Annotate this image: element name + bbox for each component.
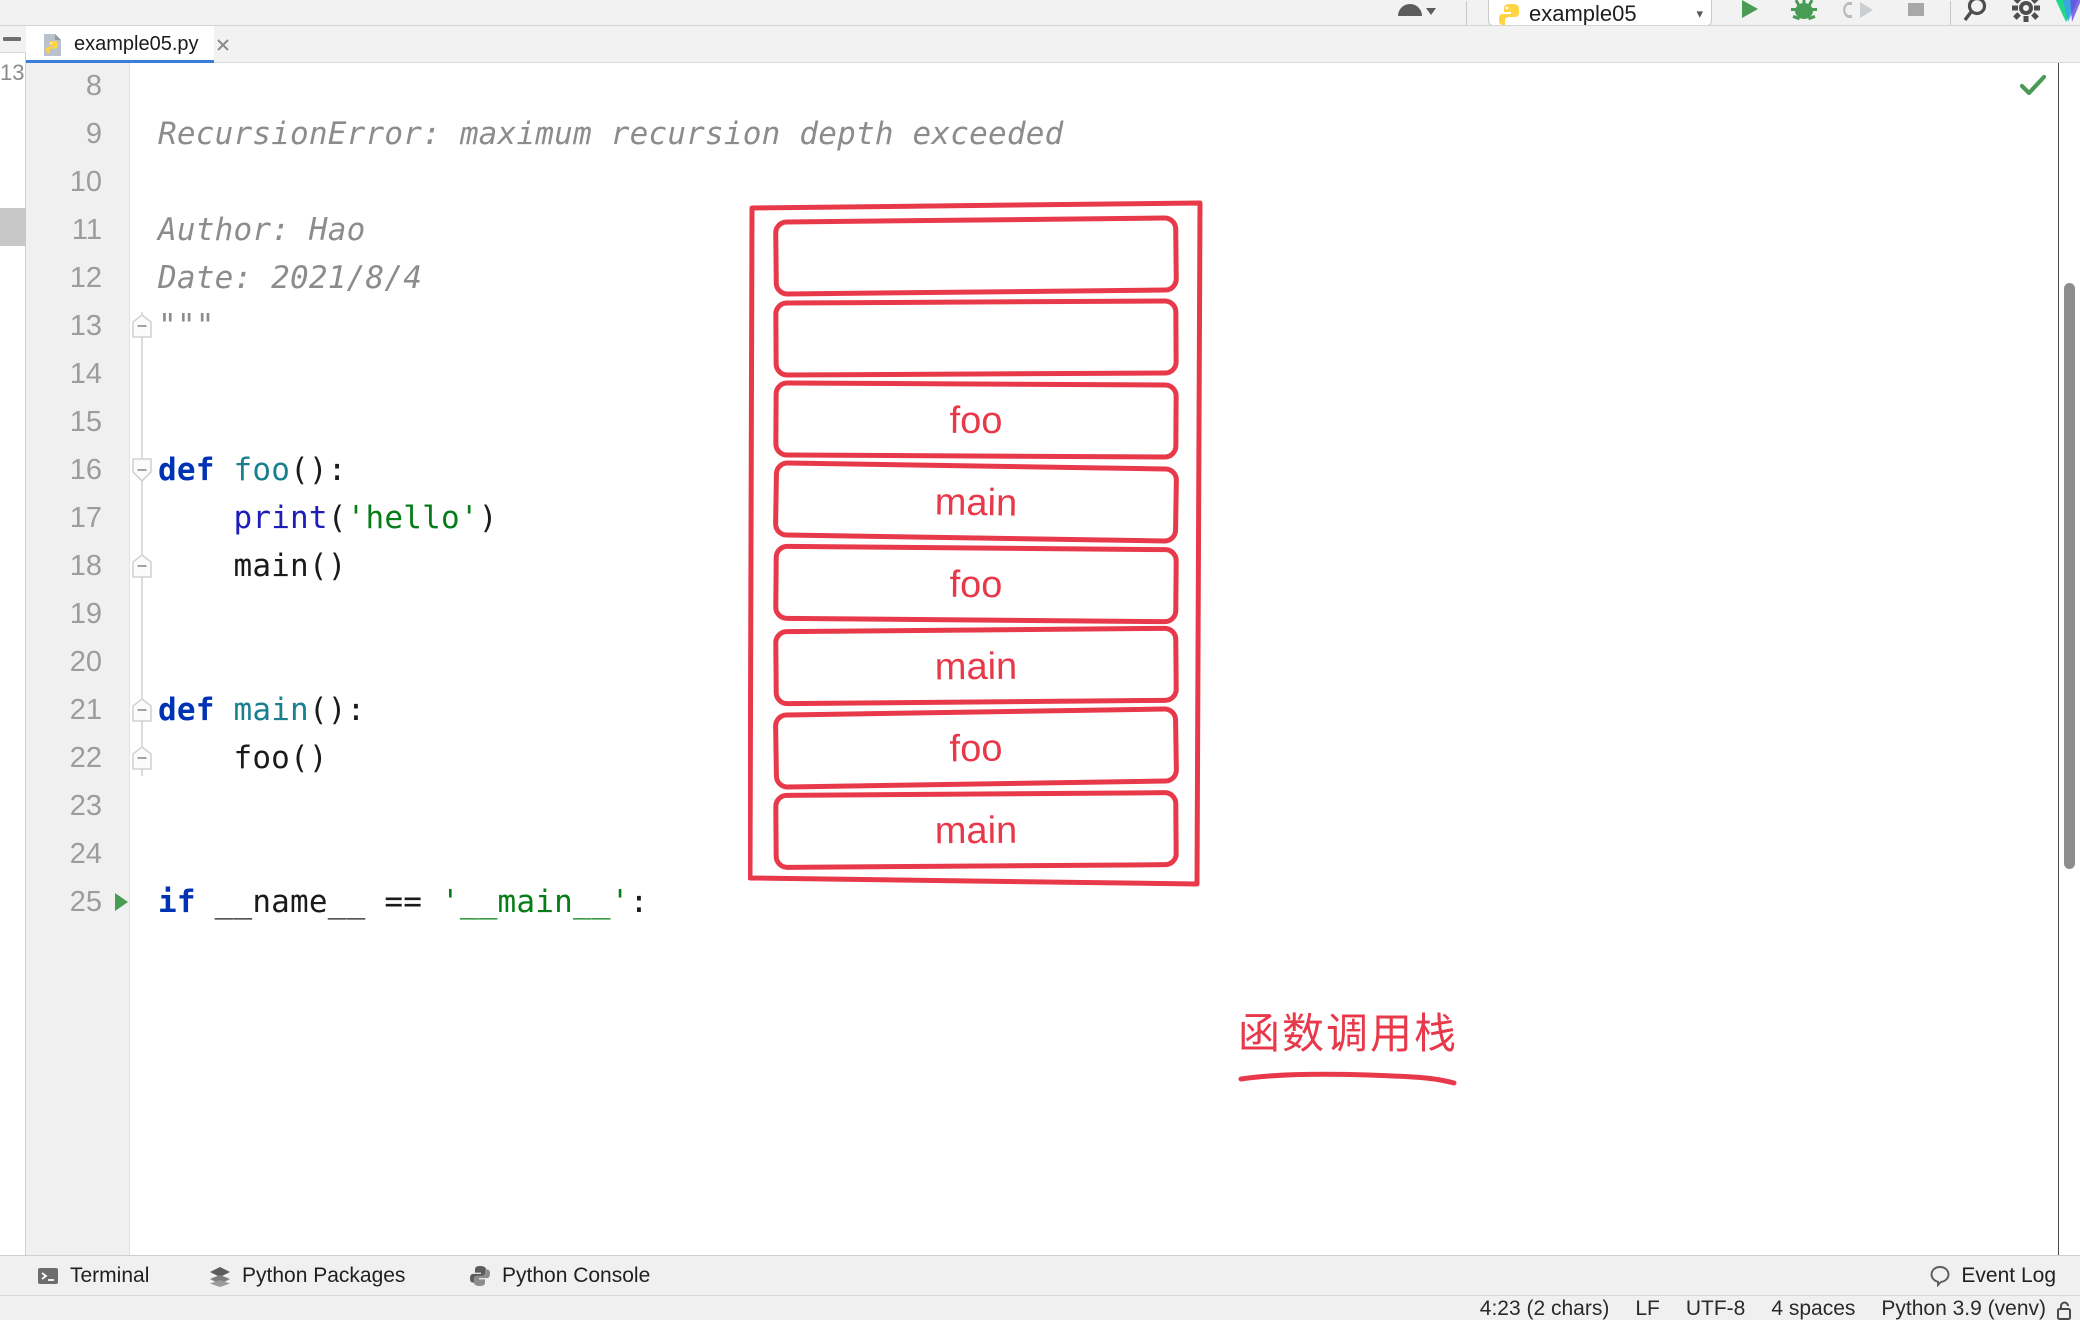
pycharm-logo-icon[interactable] <box>2052 0 2080 25</box>
tool-window-label: Python Packages <box>242 1264 406 1287</box>
python-console-icon <box>468 1264 492 1288</box>
scrollbar-thumb[interactable] <box>2064 283 2075 869</box>
code-token: RecursionError: maximum recursion depth … <box>158 116 1064 152</box>
code-token: if <box>158 884 215 920</box>
chevron-down-icon: ▾ <box>1696 6 1703 21</box>
code-line[interactable] <box>158 63 177 110</box>
code-token: __name__ == <box>214 884 441 920</box>
code-line[interactable] <box>158 398 177 446</box>
code-line[interactable]: foo() <box>158 734 328 782</box>
tool-window-python-console[interactable]: Python Console <box>468 1256 650 1296</box>
code-line[interactable]: if __name__ == '__main__': <box>158 878 648 926</box>
debug-button[interactable] <box>1784 0 1824 25</box>
code-token: ) <box>478 500 498 536</box>
packages-stack-icon <box>208 1264 232 1288</box>
event-log-balloon-icon <box>1928 1264 1952 1288</box>
editor-tab-label: example05.py <box>74 33 199 55</box>
tool-window-label: Terminal <box>70 1264 150 1287</box>
settings-button[interactable] <box>2006 0 2046 25</box>
code-token: ( <box>327 500 347 536</box>
run-configuration-name: example05 <box>1529 1 1637 26</box>
event-log-button[interactable]: Event Log <box>1928 1256 2056 1296</box>
python-config-icon <box>1497 2 1523 25</box>
pycharm-window: example05 ▾ 13 example05.py 8 9 10 11 12… <box>0 0 2080 1320</box>
status-caret-position[interactable]: 4:23 (2 chars) <box>1480 1297 1610 1320</box>
hand-drawn-underline <box>1238 1071 1457 1086</box>
code-token: def <box>158 452 234 488</box>
toolbar-divider-2 <box>1950 1 1951 25</box>
toolbar-divider-1 <box>1466 1 1467 25</box>
tool-window-bar: Terminal Python Packages Python Console <box>0 1255 2080 1295</box>
green-check-icon[interactable] <box>2018 71 2048 101</box>
terminal-icon <box>36 1264 60 1288</box>
tool-window-label: Python Console <box>502 1264 651 1287</box>
stop-button[interactable] <box>1896 0 1936 25</box>
code-token: (): <box>308 692 366 728</box>
code-line[interactable] <box>158 830 177 878</box>
code-line[interactable] <box>158 590 177 638</box>
code-token: '__main__' <box>440 884 630 920</box>
code-token: def <box>158 692 234 728</box>
run-button[interactable] <box>1728 0 1768 25</box>
code-token: """ <box>158 308 215 344</box>
read-write-lock-icon[interactable] <box>2052 1298 2076 1320</box>
main-toolbar: example05 ▾ <box>0 0 2080 26</box>
code-line[interactable]: def main(): <box>158 686 366 734</box>
coverage-button[interactable] <box>1840 0 1880 25</box>
status-interpreter[interactable]: Python 3.9 (venv) <box>1881 1297 2046 1320</box>
code-token: Date: 2021/8/4 <box>158 260 423 296</box>
event-log-label: Event Log <box>1961 1264 2056 1287</box>
code-token: print <box>233 500 328 536</box>
code-token: : <box>629 884 649 920</box>
code-line[interactable] <box>158 350 177 398</box>
code-token: (): <box>290 452 347 488</box>
code-line[interactable]: main() <box>158 542 347 590</box>
code-line[interactable]: Date: 2021/8/4 <box>158 254 422 302</box>
code-token: main() <box>158 548 347 584</box>
search-everywhere-button[interactable] <box>1958 0 1998 25</box>
code-line[interactable]: RecursionError: maximum recursion depth … <box>158 110 1063 158</box>
annotation-text: 函数调用栈 <box>1238 1009 1459 1058</box>
code-token: foo() <box>158 740 328 776</box>
editor-tab-example05[interactable]: example05.py <box>26 26 229 64</box>
code-token: main <box>233 692 309 728</box>
status-encoding[interactable]: UTF-8 <box>1686 1297 1746 1320</box>
close-icon[interactable] <box>213 35 233 55</box>
tool-window-python-packages[interactable]: Python Packages <box>208 1256 405 1296</box>
code-line[interactable]: """ <box>158 302 215 350</box>
code-line[interactable] <box>158 158 177 206</box>
code-text-area[interactable]: RecursionError: maximum recursion depth … <box>26 63 2080 1255</box>
code-token: 'hello' <box>346 500 479 536</box>
left-panel-number: 13 <box>0 60 25 85</box>
code-token: foo <box>233 452 291 488</box>
call-stack-annotation-label: 函数调用栈 <box>1238 1000 1538 1096</box>
code-line[interactable] <box>158 782 177 830</box>
status-bar: 4:23 (2 chars) LF UTF-8 4 spaces Python … <box>0 1295 2080 1320</box>
status-line-separator[interactable]: LF <box>1635 1297 1660 1320</box>
editor-vertical-scrollbar[interactable] <box>2058 63 2080 1255</box>
tool-window-terminal[interactable]: Terminal <box>36 1256 149 1296</box>
code-editor[interactable]: 8 9 10 11 12 13 14 15 16 17 18 19 20 21 22 23 24 25 Recur… <box>26 63 2080 1255</box>
python-file-icon <box>42 33 64 57</box>
code-line[interactable]: Author: Hao <box>158 206 366 254</box>
left-stripe-selection[interactable] <box>0 208 26 246</box>
code-line[interactable]: print('hello') <box>158 494 498 542</box>
code-line[interactable]: def foo(): <box>158 446 347 494</box>
code-token: Author: Hao <box>158 212 366 248</box>
collapse-panel-icon[interactable] <box>3 37 21 41</box>
vcs-update-icon[interactable] <box>1392 0 1436 24</box>
code-line[interactable] <box>158 638 177 686</box>
status-indent[interactable]: 4 spaces <box>1771 1297 1855 1320</box>
editor-tab-bar: example05.py <box>26 26 2080 64</box>
run-configuration-selector[interactable]: example05 ▾ <box>1488 0 1712 26</box>
